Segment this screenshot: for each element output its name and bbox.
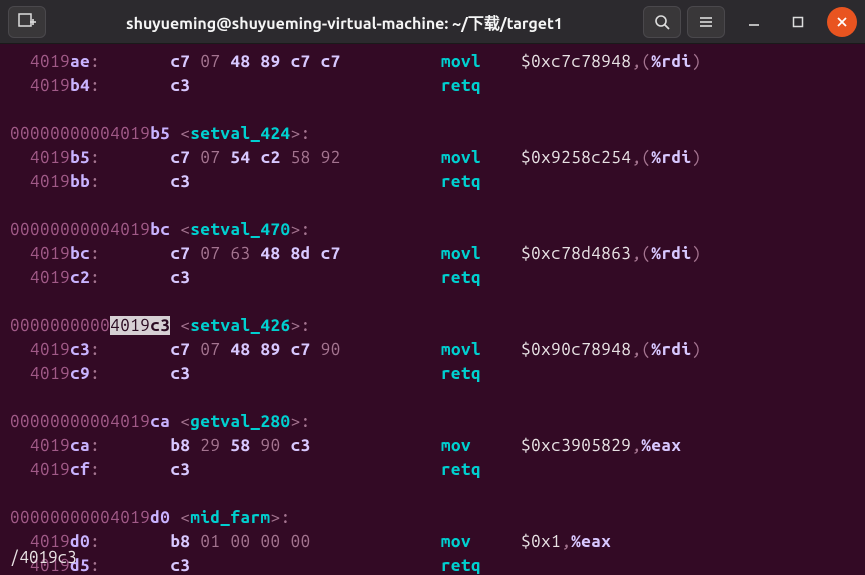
close-button[interactable] [827, 7, 857, 37]
new-tab-button[interactable] [8, 6, 46, 38]
search-icon [654, 14, 670, 30]
terminal-window: shuyueming@shuyueming-virtual-machine: ~… [0, 0, 865, 575]
disasm-line: 4019c2: c3 retq [10, 266, 855, 290]
menu-button[interactable] [687, 6, 725, 38]
disasm-line [10, 98, 855, 122]
disasm-line: 4019ae: c7 07 48 89 c7 c7 movl $0xc7c789… [10, 50, 855, 74]
disasm-line: 00000000004019bc <setval_470>: [10, 218, 855, 242]
minimize-button[interactable] [739, 7, 769, 37]
disasm-line: 4019c9: c3 retq [10, 362, 855, 386]
disasm-line [10, 194, 855, 218]
disasm-line: 4019b4: c3 retq [10, 74, 855, 98]
disasm-line: 4019ca: b8 29 58 90 c3 mov $0xc3905829,%… [10, 434, 855, 458]
window-title: shuyueming@shuyueming-virtual-machine: ~… [52, 10, 637, 34]
disassembly-output: 4019ae: c7 07 48 89 c7 c7 movl $0xc7c789… [10, 50, 855, 575]
disasm-line: 00000000004019d0 <mid_farm>: [10, 506, 855, 530]
maximize-icon [792, 16, 804, 28]
disasm-line [10, 482, 855, 506]
disasm-line: 00000000004019ca <getval_280>: [10, 410, 855, 434]
hamburger-icon [698, 14, 714, 30]
disasm-line: 4019bb: c3 retq [10, 170, 855, 194]
close-icon [836, 16, 848, 28]
titlebar: shuyueming@shuyueming-virtual-machine: ~… [0, 0, 865, 44]
terminal-body[interactable]: 4019ae: c7 07 48 89 c7 c7 movl $0xc7c789… [0, 44, 865, 575]
search-text: /4019c3 [10, 548, 77, 567]
search-button[interactable] [643, 6, 681, 38]
disasm-line: 00000000004019b5 <setval_424>: [10, 122, 855, 146]
new-tab-icon [18, 13, 36, 31]
disasm-line [10, 386, 855, 410]
search-line[interactable]: /4019c3 [0, 543, 865, 575]
disasm-line: 4019b5: c7 07 54 c2 58 92 movl $0x9258c2… [10, 146, 855, 170]
disasm-line: 4019bc: c7 07 63 48 8d c7 movl $0xc78d48… [10, 242, 855, 266]
disasm-line: 4019c3: c7 07 48 89 c7 90 movl $0x90c789… [10, 338, 855, 362]
disasm-line [10, 290, 855, 314]
disasm-line: 4019cf: c3 retq [10, 458, 855, 482]
disasm-line: 00000000004019c3 <setval_426>: [10, 314, 855, 338]
minimize-icon [748, 16, 760, 28]
maximize-button[interactable] [783, 7, 813, 37]
